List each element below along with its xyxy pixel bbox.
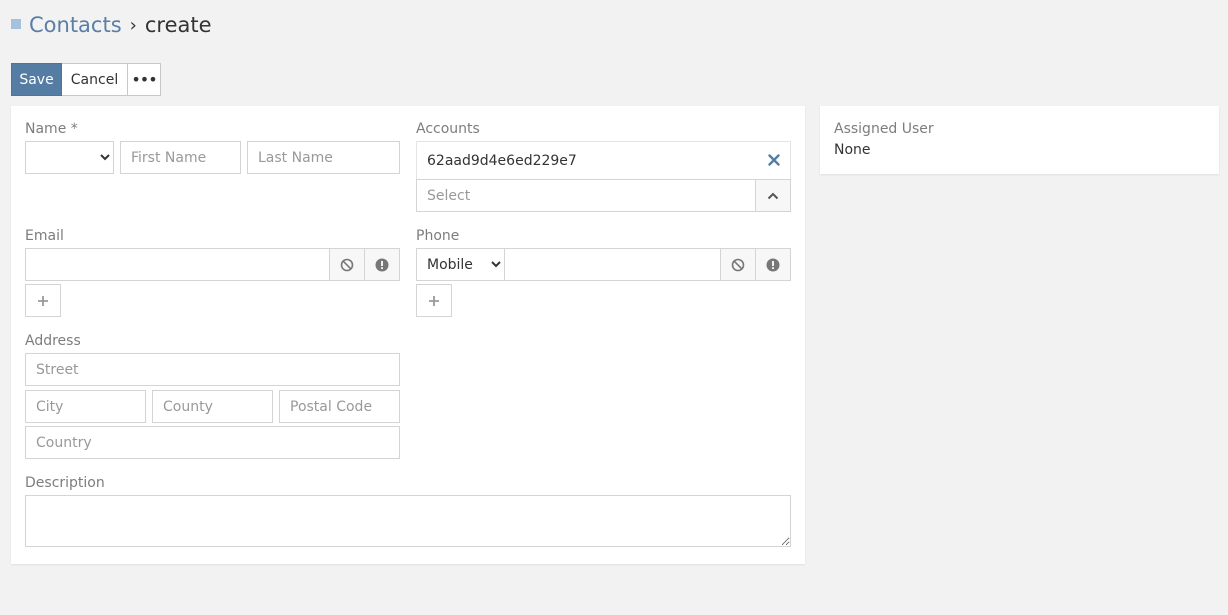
save-button[interactable]: Save xyxy=(11,63,62,96)
accounts-chevron-up-icon[interactable] xyxy=(755,179,791,212)
county-input[interactable] xyxy=(152,390,273,423)
first-name-input[interactable] xyxy=(120,141,241,174)
salutation-select[interactable] xyxy=(25,141,114,174)
cancel-button[interactable]: Cancel xyxy=(62,63,128,96)
assigned-user-value: None xyxy=(834,142,871,158)
assigned-user-panel: Assigned User None xyxy=(820,106,1219,174)
module-square-icon xyxy=(11,19,21,29)
more-actions-button[interactable]: ••• xyxy=(128,63,161,96)
accounts-select-input[interactable] xyxy=(416,179,756,212)
account-list-item: 62aad9d4e6ed229e7 xyxy=(416,141,791,180)
breadcrumb-contacts-link[interactable]: Contacts xyxy=(29,13,122,37)
address-label: Address xyxy=(25,333,81,349)
account-name: 62aad9d4e6ed229e7 xyxy=(427,152,577,169)
phone-type-select[interactable]: Mobile xyxy=(416,248,505,281)
description-label: Description xyxy=(25,475,105,491)
country-input[interactable] xyxy=(25,426,400,459)
more-dots-icon: ••• xyxy=(131,70,157,89)
remove-account-icon[interactable] xyxy=(766,152,782,168)
email-opt-out-icon[interactable] xyxy=(329,248,365,281)
phone-opt-out-icon[interactable] xyxy=(720,248,756,281)
phone-invalid-icon[interactable] xyxy=(755,248,791,281)
page-title: create xyxy=(144,13,212,37)
record-form-panel: Name * Accounts 62aad9d4e6ed229e7 Email … xyxy=(11,106,805,564)
name-label: Name * xyxy=(25,121,78,137)
street-input[interactable] xyxy=(25,353,400,386)
email-label: Email xyxy=(25,228,64,244)
city-input[interactable] xyxy=(25,390,146,423)
breadcrumb: Contacts › create xyxy=(11,10,212,40)
description-textarea[interactable] xyxy=(25,495,791,547)
breadcrumb-separator: › xyxy=(129,14,137,36)
accounts-label: Accounts xyxy=(416,121,480,137)
email-invalid-icon[interactable] xyxy=(364,248,400,281)
last-name-input[interactable] xyxy=(247,141,400,174)
action-toolbar: Save Cancel ••• xyxy=(11,63,161,96)
add-phone-button[interactable] xyxy=(416,284,452,317)
assigned-user-label: Assigned User xyxy=(834,121,934,137)
phone-input[interactable] xyxy=(504,248,721,281)
phone-label: Phone xyxy=(416,228,460,244)
email-input[interactable] xyxy=(25,248,330,281)
add-email-button[interactable] xyxy=(25,284,61,317)
postal-code-input[interactable] xyxy=(279,390,400,423)
